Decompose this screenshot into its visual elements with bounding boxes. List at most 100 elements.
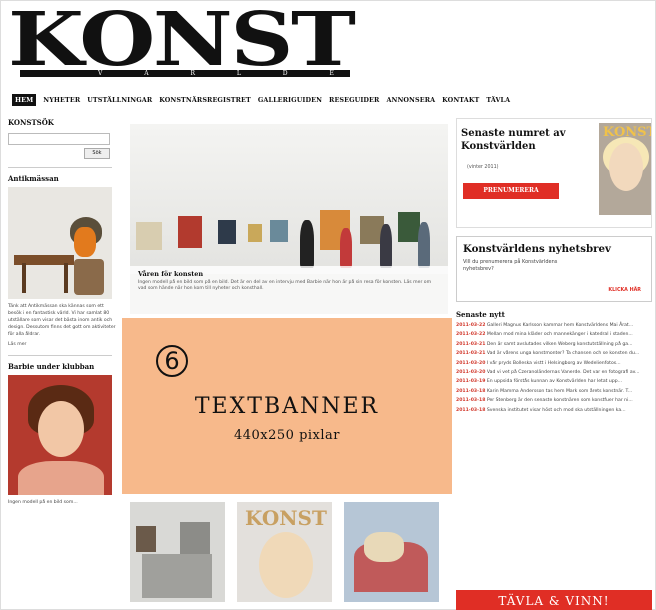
- news-text: Svenska institutet visar höst och mod sk…: [486, 407, 626, 413]
- artwork: [178, 216, 202, 248]
- search-button[interactable]: Sök: [84, 148, 110, 159]
- face-shape: [38, 401, 84, 457]
- left-column: KONSTSÖK Sök Antikmässan Tänk att Antikm…: [8, 118, 118, 506]
- banner-size: 440x250 pixlar: [233, 428, 341, 443]
- nav-item-tavla[interactable]: TÄVLA: [486, 96, 510, 104]
- artwork: [248, 224, 262, 242]
- visitor: [418, 222, 430, 268]
- hero-caption: Våren för konsten Ingen modell på en bil…: [130, 266, 448, 314]
- shoulder-shape: [18, 461, 104, 495]
- nav-item-hem[interactable]: HEM: [12, 94, 37, 106]
- news-text: Mellan mod mina kläder och mannekänger i…: [486, 332, 633, 338]
- newsletter-title: Konstvärldens nyhetsbrev: [463, 243, 611, 255]
- nav-item-galleriguiden[interactable]: GALLERIGUIDEN: [258, 96, 322, 104]
- antik-heading[interactable]: Antikmässan: [8, 174, 118, 183]
- newsletter-link[interactable]: KLICKA HÄR: [608, 288, 641, 293]
- news-date: 2011-03-22: [456, 332, 486, 338]
- news-text: Karin Mamma Andersson tas hem Mark som å…: [486, 388, 633, 394]
- news-date: 2011-03-21: [456, 341, 486, 347]
- news-item[interactable]: 2011-03-21 Den är samt avslutades vilken…: [456, 342, 652, 348]
- divider: [8, 355, 112, 356]
- banner-title: TEXTBANNER: [194, 394, 380, 419]
- news-item[interactable]: 2011-03-20 Vad vi vet på Czeranoländerna…: [456, 370, 652, 376]
- site-logo[interactable]: KONST V Ä R L D E N: [8, 0, 368, 84]
- news-date: 2011-03-20: [456, 369, 486, 375]
- magazine-logo: KONST: [245, 506, 327, 530]
- artwork: [136, 222, 162, 250]
- news-item[interactable]: 2011-03-22 Galleri Magnus Karlsson kamma…: [456, 323, 652, 329]
- search-heading: KONSTSÖK: [8, 118, 54, 127]
- thumbnail-street[interactable]: [344, 502, 439, 602]
- logo-text: KONST: [8, 0, 356, 83]
- cover-face: [609, 143, 643, 191]
- news-item[interactable]: 2011-03-18 Per Stenberg är den senaste k…: [456, 398, 652, 404]
- latest-issue-box: Senaste numret av Konstvärlden (vinter 2…: [456, 118, 652, 228]
- hero-title[interactable]: Våren för konsten: [138, 270, 440, 278]
- logo-subtitle: V Ä R L D E N: [98, 70, 354, 84]
- latest-news: Senaste nytt 2011-03-22 Galleri Magnus K…: [456, 310, 652, 414]
- news-date: 2011-03-20: [456, 360, 486, 366]
- artwork: [398, 212, 420, 242]
- vase-shape: [74, 227, 96, 257]
- issue-subtitle: (vinter 2011): [467, 165, 499, 170]
- right-column: Senaste numret av Konstvärlden (vinter 2…: [456, 118, 652, 417]
- artwork: [136, 526, 156, 552]
- news-item[interactable]: 2011-03-20 I vår pryds Bolleska vistt i …: [456, 361, 652, 367]
- news-text: I vår pryds Bolleska vistt i Helsingborg…: [486, 360, 621, 366]
- news-text: Vad är vårens unga konstmonter? Ta chans…: [486, 351, 640, 357]
- nav-item-annonsera[interactable]: ANNONSERA: [386, 96, 435, 104]
- table-leg: [22, 263, 26, 293]
- news-text: Galleri Magnus Karlsson kammar hem Konst…: [486, 323, 634, 328]
- main-nav: HEM NYHETER UTSTÄLLNINGAR KONSTNÄRSREGIS…: [12, 93, 652, 107]
- news-text: Den är samt avslutades vilken Weberg kon…: [486, 341, 633, 347]
- newsletter-text: Vill du prenumerera på Konstvärldens nyh…: [463, 259, 558, 272]
- visitor: [380, 224, 392, 268]
- antik-text: Tänk att Antikmässan ska kännas som ett …: [8, 304, 116, 337]
- news-text: Vad vi vet på Czeranoländernas Vanerde. …: [486, 369, 640, 375]
- news-date: 2011-03-19: [456, 379, 486, 385]
- news-text: Per Stenberg är den senaste konstnären s…: [486, 398, 633, 404]
- news-date: 2011-03-21: [456, 351, 486, 357]
- news-item[interactable]: 2011-03-21 Vad är vårens unga konstmonte…: [456, 351, 652, 357]
- hero-text: Ingen modell på en bild som på en bild. …: [138, 280, 432, 292]
- nav-item-reseguider[interactable]: RESEGUIDER: [329, 96, 379, 104]
- gallery-wall: [130, 124, 448, 274]
- news-item[interactable]: 2011-03-19 En uppsida förstås kunnan av …: [456, 379, 652, 385]
- nav-item-utstallningar[interactable]: UTSTÄLLNINGAR: [87, 96, 152, 104]
- contest-button[interactable]: TÄVLA & VINN!: [456, 590, 652, 610]
- nav-item-konstnarsregistret[interactable]: KONSTNÄRSREGISTRET: [159, 96, 251, 104]
- artwork: [218, 220, 236, 244]
- thumbnail-magazine[interactable]: KONST: [237, 502, 332, 602]
- news-text: En uppsida förstås kunnan av Konstvärlde…: [486, 379, 623, 385]
- antik-read-more-link[interactable]: Läs mer: [8, 342, 118, 347]
- subscribe-button[interactable]: PRENUMERERA: [463, 183, 559, 199]
- issue-title[interactable]: Senaste numret av Konstvärlden: [461, 127, 581, 153]
- latest-news-heading: Senaste nytt: [456, 310, 505, 319]
- chair-shape: [74, 259, 104, 295]
- news-item[interactable]: 2011-03-18 Svenska institutet visar höst…: [456, 408, 652, 414]
- cover-face: [259, 532, 313, 598]
- news-item[interactable]: 2011-03-18 Karin Mamma Andersson tas hem…: [456, 389, 652, 395]
- barbie-heading[interactable]: Barbie under klubban: [8, 362, 118, 371]
- thumbnail-row: KONST: [130, 502, 450, 606]
- nav-item-nyheter[interactable]: NYHETER: [43, 96, 80, 104]
- news-date: 2011-03-18: [456, 407, 486, 413]
- artwork: [270, 220, 288, 242]
- gallery-floor: [142, 554, 212, 598]
- divider: [8, 167, 112, 168]
- news-date: 2011-03-18: [456, 398, 486, 404]
- news-item[interactable]: 2011-03-22 Mellan mod mina kläder och ma…: [456, 332, 652, 338]
- news-date: 2011-03-22: [456, 323, 486, 328]
- magazine-cover[interactable]: KONST: [599, 123, 651, 215]
- news-date: 2011-03-18: [456, 388, 486, 394]
- table-leg: [64, 263, 68, 293]
- banner-number: 6: [156, 345, 188, 377]
- antik-image[interactable]: [8, 187, 112, 299]
- cover-logo: KONST: [603, 125, 651, 140]
- thumbnail-gallery[interactable]: [130, 502, 225, 602]
- barbie-image[interactable]: [8, 375, 112, 495]
- nav-item-kontakt[interactable]: KONTAKT: [442, 96, 479, 104]
- search-input[interactable]: [8, 133, 110, 145]
- hero-feature[interactable]: Våren för konsten Ingen modell på en bil…: [130, 124, 448, 314]
- visitor: [340, 228, 352, 268]
